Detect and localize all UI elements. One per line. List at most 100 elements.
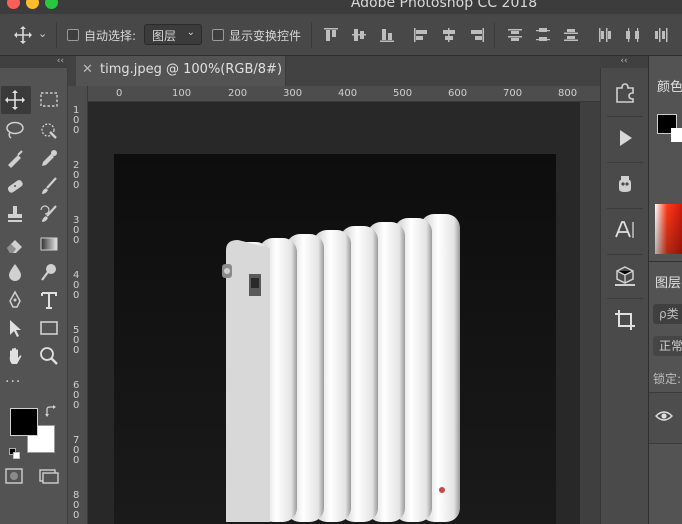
auto-select-checkbox[interactable] bbox=[67, 29, 79, 41]
arrow-cursor-icon bbox=[10, 320, 21, 337]
quick-mask-icon[interactable] bbox=[5, 468, 23, 484]
options-bar: ⌄ 自动选择: 图层 ⌄ 显示变换控件 bbox=[0, 14, 682, 56]
default-colors-icon[interactable] bbox=[9, 448, 21, 460]
marquee-tool[interactable] bbox=[35, 86, 63, 112]
dock-separator bbox=[607, 298, 643, 299]
dock-separator bbox=[607, 116, 643, 117]
hand-tool[interactable] bbox=[1, 342, 29, 368]
window-title-bar: Adobe Photoshop CC 2018 bbox=[0, 0, 682, 14]
foreground-color-swatch[interactable] bbox=[10, 408, 38, 436]
brush-pen-icon bbox=[8, 150, 23, 168]
screen-mode-icon[interactable] bbox=[39, 468, 59, 484]
ruler-tick: 7 0 0 bbox=[73, 435, 80, 466]
document-image[interactable] bbox=[114, 154, 556, 524]
rectangle-tool[interactable] bbox=[35, 314, 63, 340]
dock-separator bbox=[607, 254, 643, 255]
dock-collapse-button[interactable]: ‹‹ bbox=[600, 56, 648, 68]
history-brush-icon bbox=[40, 205, 57, 222]
clone-stamp-tool[interactable] bbox=[1, 200, 29, 226]
vertical-ruler: 1 0 0 2 0 0 3 0 0 4 0 0 5 0 0 6 0 0 7 0 … bbox=[68, 86, 88, 524]
edit-toolbar-button[interactable]: ··· bbox=[5, 374, 21, 390]
zoom-tool[interactable] bbox=[35, 342, 63, 368]
eye-visibility-icon[interactable] bbox=[655, 409, 673, 423]
document-tab-title: timg.jpeg @ 100%(RGB/8#) bbox=[100, 62, 283, 77]
ruler-tick: 1 0 0 bbox=[73, 105, 80, 136]
distribute-vertical-centers-icon[interactable] bbox=[534, 26, 552, 44]
align-bottom-edges-icon[interactable] bbox=[378, 26, 396, 44]
show-transform-checkbox[interactable] bbox=[212, 29, 224, 41]
distribute-bottom-edges-icon[interactable] bbox=[562, 26, 580, 44]
align-right-edges-icon[interactable] bbox=[468, 26, 486, 44]
ruler-tick: 500 bbox=[393, 88, 413, 99]
dodge-tool[interactable] bbox=[35, 258, 63, 284]
pen-icon bbox=[9, 290, 21, 308]
move-tool-icon[interactable] bbox=[14, 26, 32, 44]
eyedropper-icon bbox=[42, 150, 57, 166]
tools-collapse-button[interactable]: ‹‹ bbox=[0, 56, 68, 68]
canvas-scroll-gutter bbox=[580, 102, 600, 524]
options-separator bbox=[56, 22, 57, 48]
color-layers-panel: 颜色 图层 ρ类 正常 锁定: bbox=[648, 56, 682, 524]
tool-preset-chevron-icon[interactable]: ⌄ bbox=[38, 27, 47, 40]
ruler-tick: 4 0 0 bbox=[73, 270, 80, 301]
align-left-edges-icon[interactable] bbox=[412, 26, 430, 44]
blur-tool[interactable] bbox=[1, 258, 29, 284]
move-tool[interactable] bbox=[1, 86, 29, 112]
quick-selection-tool[interactable] bbox=[35, 116, 63, 142]
history-brush-tool[interactable] bbox=[35, 200, 63, 226]
ruler-tick: 5 0 0 bbox=[73, 325, 80, 356]
options-separator bbox=[311, 22, 312, 48]
distribute-right-edges-icon[interactable] bbox=[652, 26, 670, 44]
stamp-icon bbox=[8, 206, 22, 222]
auto-select-target-dropdown[interactable]: 图层 ⌄ bbox=[144, 24, 202, 45]
dock-separator bbox=[607, 162, 643, 163]
path-selection-tool[interactable] bbox=[1, 314, 29, 340]
rectangular-marquee-icon bbox=[40, 92, 58, 107]
play-actions-icon[interactable] bbox=[613, 126, 637, 150]
align-horizontal-centers-icon[interactable] bbox=[440, 26, 458, 44]
crop-icon[interactable] bbox=[613, 308, 637, 332]
ruler-tick: 8 0 0 bbox=[73, 490, 80, 521]
close-tab-icon[interactable]: ✕ bbox=[82, 62, 93, 77]
type-tool[interactable] bbox=[35, 286, 63, 312]
eraser-tool[interactable] bbox=[1, 230, 29, 256]
pen-tool[interactable] bbox=[1, 286, 29, 312]
panel-background-swatch[interactable] bbox=[671, 128, 682, 142]
ruler-tick: 6 0 0 bbox=[73, 380, 80, 411]
layers-panel-title[interactable]: 图层 bbox=[655, 272, 681, 291]
brush-tool[interactable] bbox=[35, 172, 63, 198]
puzzle-plugin-icon[interactable] bbox=[613, 80, 637, 104]
distribute-top-edges-icon[interactable] bbox=[506, 26, 524, 44]
crop-tool[interactable] bbox=[1, 144, 29, 170]
brush-icon bbox=[42, 177, 57, 194]
app-title: Adobe Photoshop CC 2018 bbox=[350, 0, 538, 11]
ruler-tick: 2 0 0 bbox=[73, 160, 80, 191]
blend-mode-dropdown[interactable]: 正常 bbox=[653, 336, 682, 356]
character-glyph-icon[interactable] bbox=[613, 172, 637, 196]
ruler-tick: 400 bbox=[338, 88, 358, 99]
color-picker-field[interactable] bbox=[655, 204, 682, 254]
ruler-tick: 800 bbox=[558, 88, 578, 99]
healing-brush-tool[interactable] bbox=[1, 172, 29, 198]
eyedropper-tool[interactable] bbox=[35, 144, 63, 170]
distribute-left-edges-icon[interactable] bbox=[596, 26, 614, 44]
ruler-tick: 200 bbox=[228, 88, 248, 99]
character-panel-icon[interactable] bbox=[613, 218, 637, 242]
document-tab[interactable]: ✕ timg.jpeg @ 100%(RGB/8#) bbox=[76, 56, 286, 86]
align-top-edges-icon[interactable] bbox=[322, 26, 340, 44]
lasso-tool[interactable] bbox=[1, 116, 29, 142]
layers-filter-search[interactable]: ρ类 bbox=[653, 304, 682, 324]
rectangle-icon bbox=[40, 321, 58, 335]
3d-cube-icon[interactable] bbox=[613, 264, 637, 288]
magnifier-icon bbox=[40, 347, 58, 365]
align-vertical-centers-icon[interactable] bbox=[350, 26, 368, 44]
distribute-horizontal-centers-icon[interactable] bbox=[624, 26, 642, 44]
layer-row[interactable] bbox=[649, 392, 682, 444]
swap-colors-icon[interactable] bbox=[44, 405, 58, 419]
eraser-icon bbox=[7, 240, 22, 253]
lasso-icon bbox=[6, 121, 24, 139]
gradient-tool[interactable] bbox=[35, 230, 63, 256]
auto-select-label: 自动选择: bbox=[84, 29, 137, 43]
color-panel-title[interactable]: 颜色 bbox=[657, 76, 682, 95]
ruler-tick: 100 bbox=[172, 88, 192, 99]
